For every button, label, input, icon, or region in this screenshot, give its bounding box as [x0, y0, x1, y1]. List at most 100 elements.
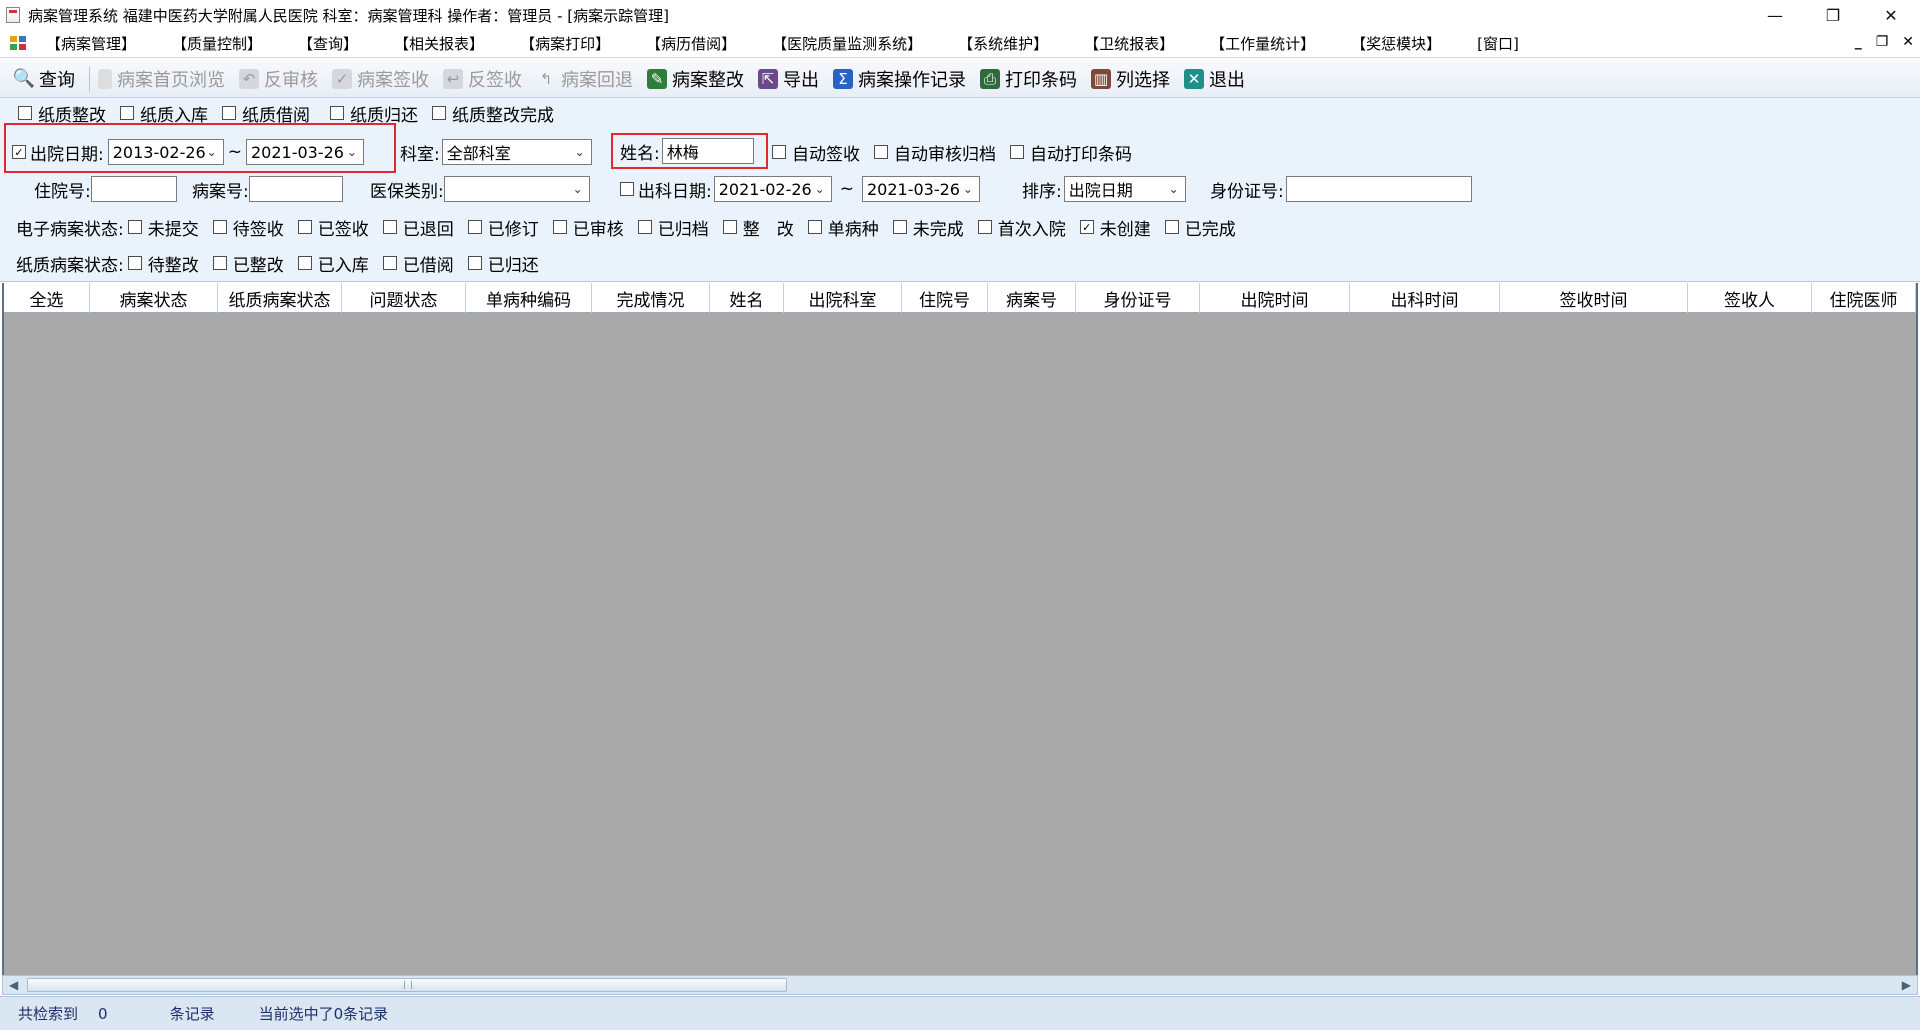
- mdi-close-button[interactable]: ✕: [1902, 34, 1914, 50]
- mdi-restore-button[interactable]: ❐: [1876, 34, 1889, 50]
- menu-system-maintenance[interactable]: 【系统维护】: [958, 33, 1048, 54]
- paper-rectify-checkbox[interactable]: 纸质整改: [18, 101, 106, 126]
- mdi-minimize-button[interactable]: _: [1855, 34, 1862, 50]
- title-bar: 病案管理系统 福建中医药大学附属人民医院 科室：病案管理科 操作者：管理员 - …: [0, 0, 1920, 30]
- sort-select[interactable]: 出院日期 ⌄: [1063, 176, 1186, 202]
- window-title: 病案管理系统 福建中医药大学附属人民医院 科室：病案管理科 操作者：管理员 - …: [28, 6, 669, 25]
- insurance-label: 医保类别:: [370, 181, 444, 202]
- column-resident-doctor[interactable]: 住院医师: [1812, 283, 1916, 313]
- emr-status-single-disease[interactable]: 单病种: [807, 215, 879, 240]
- sign-in-button[interactable]: ✓ 病案签收: [332, 66, 429, 92]
- paper-borrow-checkbox[interactable]: 纸质借阅: [222, 101, 310, 126]
- menu-record-management[interactable]: 【病案管理】: [46, 33, 136, 54]
- paper-return-checkbox[interactable]: 纸质归还: [330, 101, 418, 126]
- column-completion[interactable]: 完成情况: [592, 283, 710, 313]
- close-button[interactable]: ✕: [1862, 0, 1920, 30]
- emr-status-archived[interactable]: 已归档: [637, 215, 709, 240]
- column-record-status[interactable]: 病案状态: [90, 283, 218, 313]
- paper-status-pending-rectify[interactable]: 待整改: [127, 251, 199, 276]
- insurance-select[interactable]: ⌄: [443, 176, 590, 202]
- emr-status-not-submitted[interactable]: 未提交: [127, 215, 199, 240]
- auto-sign-checkbox[interactable]: 自动签收: [772, 140, 860, 165]
- scroll-thumb[interactable]: [27, 978, 787, 992]
- op-log-button[interactable]: Σ 病案操作记录: [833, 66, 966, 92]
- emr-status-first-admission[interactable]: 首次入院: [977, 215, 1066, 240]
- menu-record-print[interactable]: 【病案打印】: [520, 33, 610, 54]
- menu-quality-monitor[interactable]: 【医院质量监测系统】: [772, 33, 922, 54]
- auto-print-barcode-checkbox[interactable]: 自动打印条码: [1010, 140, 1132, 165]
- column-discharge-time[interactable]: 出院时间: [1200, 283, 1350, 313]
- record-no-label: 病案号:: [192, 181, 249, 202]
- records-grid[interactable]: 全选 病案状态 纸质病案状态 问题状态 单病种编码 完成情况 姓名 出院科室 住…: [2, 283, 1918, 975]
- emr-status-signed[interactable]: 已签收: [297, 215, 369, 240]
- column-id-card[interactable]: 身份证号: [1076, 283, 1200, 313]
- restore-button[interactable]: ❐: [1804, 0, 1862, 30]
- menu-related-reports[interactable]: 【相关报表】: [394, 33, 484, 54]
- paper-storage-checkbox[interactable]: 纸质入库: [120, 101, 208, 126]
- homepage-browse-button[interactable]: 病案首页浏览: [98, 66, 225, 92]
- emr-status-incomplete[interactable]: 未完成: [892, 215, 964, 240]
- menu-reward-punish[interactable]: 【奖惩模块】: [1351, 33, 1441, 54]
- menu-workload-stats[interactable]: 【工作量统计】: [1210, 33, 1315, 54]
- column-issue-status[interactable]: 问题状态: [342, 283, 466, 313]
- paper-status-stored[interactable]: 已入库: [297, 251, 369, 276]
- column-dept-out-time[interactable]: 出科时间: [1350, 283, 1500, 313]
- menu-record-borrow[interactable]: 【病历借阅】: [646, 33, 736, 54]
- unsign-button[interactable]: ↩ 反签收: [443, 66, 522, 92]
- column-signer[interactable]: 签收人: [1688, 283, 1812, 313]
- chevron-down-icon: ⌄: [814, 182, 825, 196]
- mdi-window-icon[interactable]: [10, 35, 28, 52]
- column-single-disease-code[interactable]: 单病种编码: [466, 283, 592, 313]
- inpatient-no-group: 住院号:: [34, 174, 177, 204]
- column-paper-status[interactable]: 纸质病案状态: [218, 283, 342, 313]
- column-sign-time[interactable]: 签收时间: [1500, 283, 1688, 313]
- paper-rectify-done-checkbox[interactable]: 纸质整改完成: [432, 101, 554, 126]
- inpatient-no-input[interactable]: [90, 176, 177, 202]
- emr-status-not-created[interactable]: ✓ 未创建: [1079, 215, 1151, 240]
- print-barcode-button[interactable]: ⎙ 打印条码: [980, 66, 1077, 92]
- emr-status-returned[interactable]: 已退回: [382, 215, 454, 240]
- paper-status-rectified[interactable]: 已整改: [212, 251, 284, 276]
- paper-status-borrowed[interactable]: 已借阅: [382, 251, 454, 276]
- minimize-button[interactable]: —: [1746, 0, 1804, 30]
- scroll-right-icon[interactable]: ▶: [1902, 978, 1911, 992]
- column-select-button[interactable]: ▥ 列选择: [1091, 66, 1170, 92]
- exit-icon: ✕: [1184, 68, 1204, 89]
- emr-status-completed[interactable]: 已完成: [1164, 215, 1236, 240]
- emr-status-rectify[interactable]: 整 改: [722, 215, 794, 240]
- column-record-no[interactable]: 病案号: [988, 283, 1076, 313]
- menu-window[interactable]: [窗口]: [1477, 33, 1519, 54]
- emr-status-audited[interactable]: 已审核: [552, 215, 624, 240]
- paper-status-returned[interactable]: 已归还: [467, 251, 539, 276]
- print-barcode-label: 打印条码: [1005, 69, 1077, 91]
- rectify-button[interactable]: ✎ 病案整改: [647, 66, 744, 92]
- dept-out-date-checkbox[interactable]: [620, 182, 634, 196]
- query-button[interactable]: 🔍 查询: [13, 66, 75, 92]
- dept-select[interactable]: 全部科室 ⌄: [441, 139, 592, 165]
- scroll-left-icon[interactable]: ◀: [9, 978, 18, 992]
- rectify-icon: ✎: [647, 68, 667, 89]
- column-select-all[interactable]: 全选: [4, 283, 90, 313]
- menu-query[interactable]: 【查询】: [298, 33, 358, 54]
- column-name[interactable]: 姓名: [710, 283, 784, 313]
- dept-out-date-from-picker[interactable]: 2021-02-26 ⌄: [713, 176, 832, 202]
- dept-out-date-to-picker[interactable]: 2021-03-26 ⌄: [861, 176, 980, 202]
- column-discharge-dept[interactable]: 出院科室: [784, 283, 902, 313]
- menu-health-stats-report[interactable]: 【卫统报表】: [1084, 33, 1174, 54]
- auto-options-group: 自动签收 自动审核归档 自动打印条码: [772, 137, 1146, 167]
- chevron-down-icon: ⌄: [962, 182, 973, 196]
- menu-quality-control[interactable]: 【质量控制】: [172, 33, 262, 54]
- exit-button[interactable]: ✕ 退出: [1184, 66, 1245, 92]
- emr-status-revised[interactable]: 已修订: [467, 215, 539, 240]
- export-button[interactable]: ⇱ 导出: [758, 66, 819, 92]
- horizontal-scrollbar[interactable]: ◀ ▶: [2, 975, 1918, 995]
- auto-audit-archive-checkbox[interactable]: 自动审核归档: [874, 140, 996, 165]
- sort-group: 排序: 出院日期 ⌄: [1022, 174, 1186, 204]
- name-input[interactable]: 林梅: [661, 138, 754, 164]
- id-card-input[interactable]: [1285, 176, 1472, 202]
- column-inpatient-no[interactable]: 住院号: [902, 283, 988, 313]
- unaudit-button[interactable]: ↶ 反审核: [239, 66, 318, 92]
- record-no-input[interactable]: [248, 176, 343, 202]
- emr-status-pending-sign[interactable]: 待签收: [212, 215, 284, 240]
- return-back-button[interactable]: ↰ 病案回退: [536, 66, 633, 92]
